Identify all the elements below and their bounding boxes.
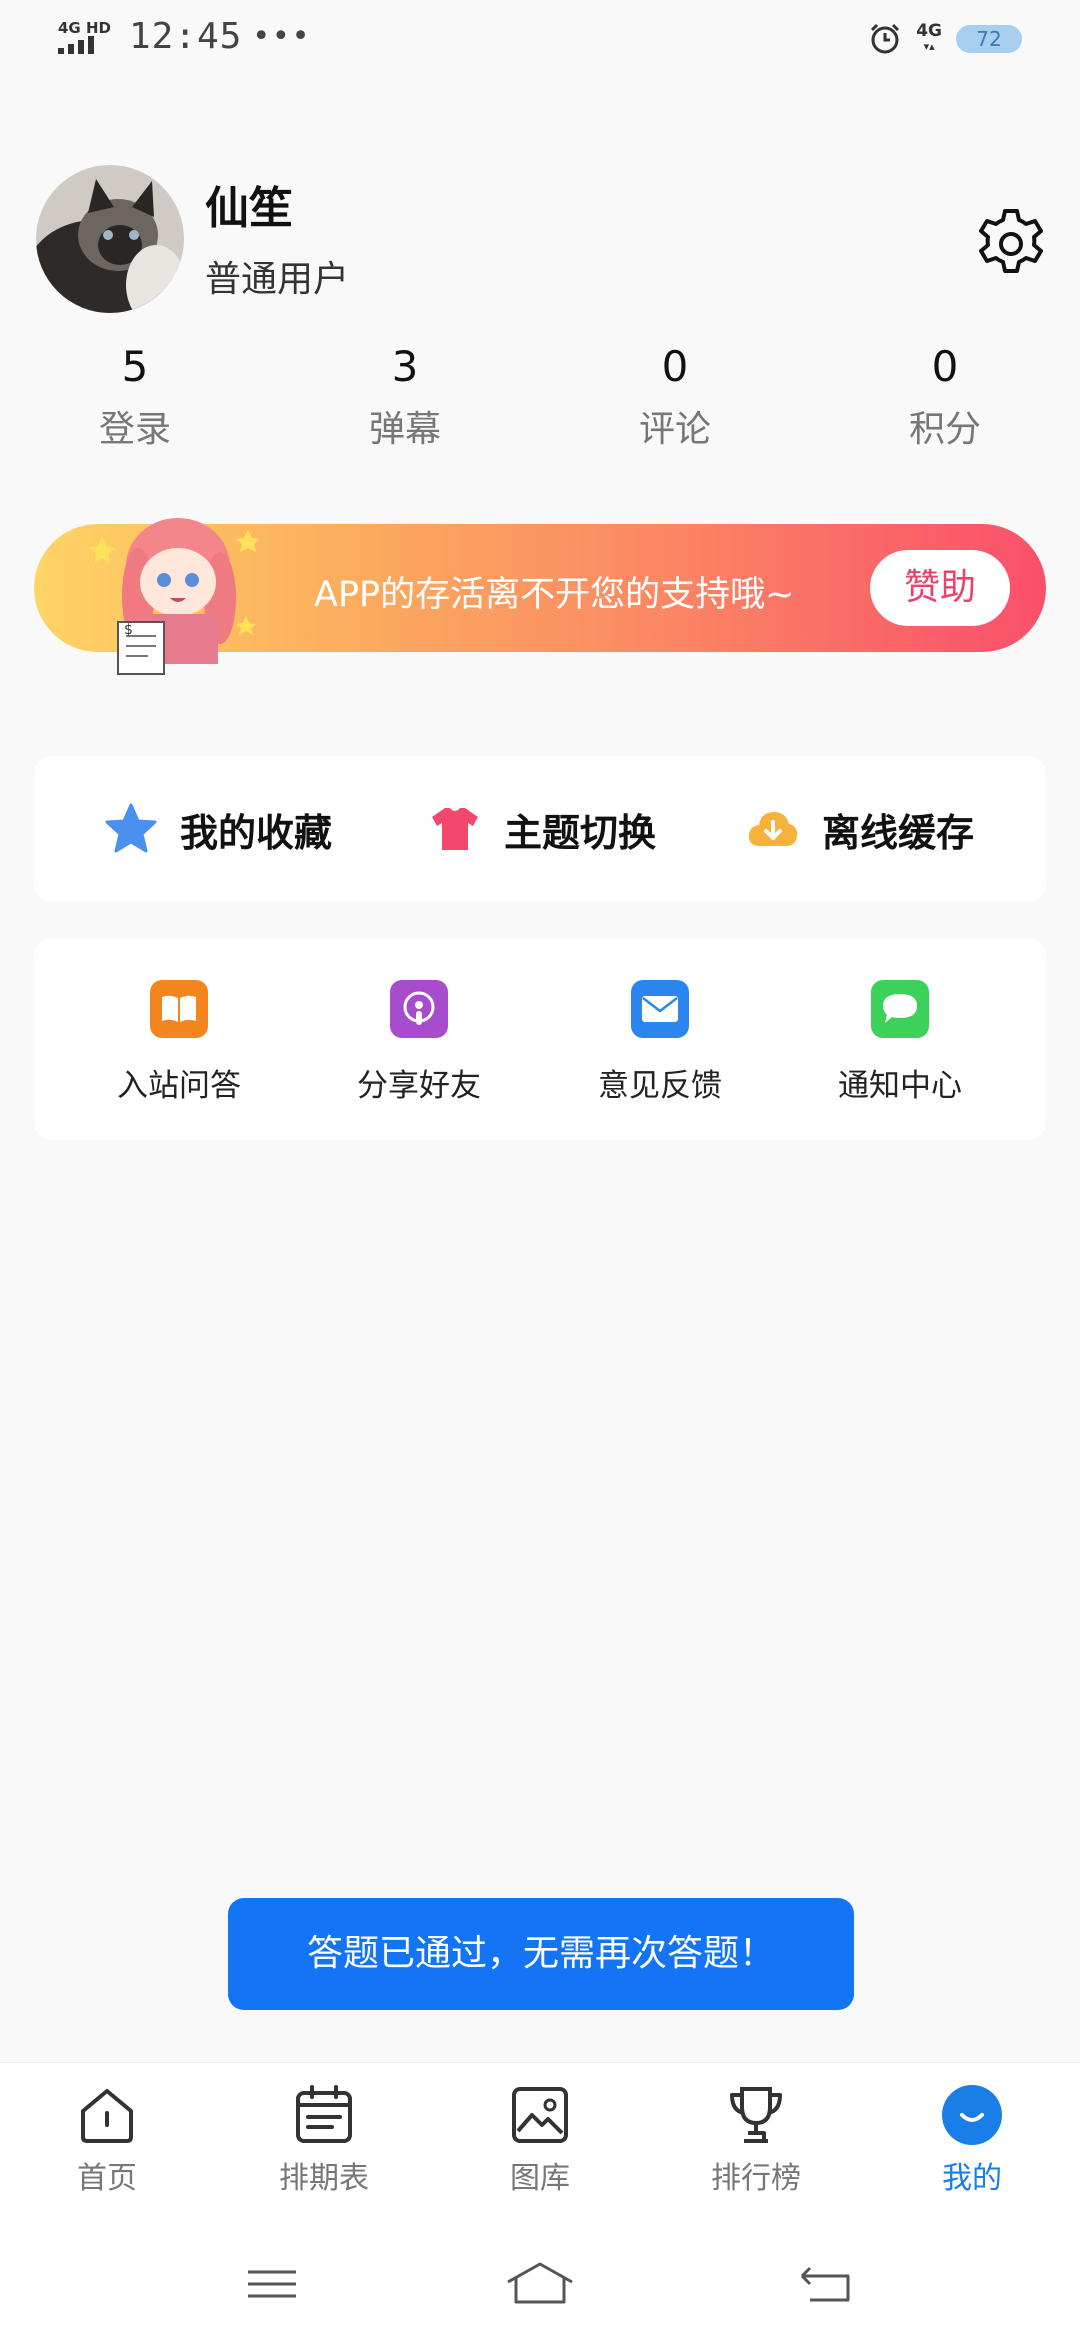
favorites-label: 我的收藏 [180,810,333,855]
star-icon [105,803,157,853]
tab-label: 首页 [77,2161,137,2196]
signal-icon: 4G HD [58,20,111,54]
network-label: 4G [916,21,942,41]
share-friends-button[interactable]: 分享好友 [319,980,519,1105]
settings-gear-icon[interactable] [972,205,1050,283]
back-icon[interactable] [794,2254,854,2314]
username: 仙笙 [205,183,293,234]
entry-quiz-button[interactable]: 入站问答 [79,980,279,1105]
trophy-icon [730,2087,782,2143]
tab-home[interactable]: 首页 [32,2083,182,2197]
svg-text:$: $ [124,622,133,638]
podcast-icon [390,980,448,1038]
stat-login[interactable]: 5 登录 [35,340,235,452]
status-time: 12:45 [128,16,243,57]
stat-value: 5 [121,342,149,391]
avatar[interactable] [36,165,184,313]
bottom-tab-bar: 首页 排期表 图库 排行榜 我的 [0,2062,1080,2232]
stat-danmaku[interactable]: 3 弹幕 [305,340,505,452]
tab-me[interactable]: 我的 [897,2083,1047,2197]
gallery-icon [512,2087,568,2143]
stat-label: 评论 [638,409,711,450]
tab-gallery[interactable]: 图库 [465,2083,615,2197]
share-friends-label: 分享好友 [357,1068,481,1104]
more-notifications-icon: ••• [252,19,312,54]
tab-label: 排期表 [279,2161,369,2196]
offline-cache-button[interactable]: 离线缓存 [746,756,974,902]
tab-label: 图库 [510,2161,570,2196]
theme-switch-label: 主题切换 [504,810,657,855]
system-navigation-bar [0,2232,1080,2340]
offline-cache-label: 离线缓存 [822,810,975,855]
home-icon [81,2089,133,2143]
profile-icon [942,2085,1002,2145]
shirt-icon [432,808,478,850]
calendar-icon [296,2085,352,2143]
signal-label: 4G HD [58,18,111,37]
quick-actions-card: 我的收藏 主题切换 离线缓存 [34,756,1046,902]
user-type: 普通用户 [205,259,350,300]
favorites-button[interactable]: 我的收藏 [104,756,332,902]
stat-label: 登录 [98,409,171,450]
stat-value: 0 [661,342,689,391]
tab-ranking[interactable]: 排行榜 [681,2083,831,2197]
mail-icon [631,980,689,1038]
feedback-label: 意见反馈 [598,1068,722,1104]
toast-message: 答题已通过，无需再次答题！ [228,1898,854,2010]
banner-text: APP的存活离不开您的支持哦~ [314,575,795,615]
alarm-icon [871,23,900,54]
message-icon [871,980,929,1038]
network-indicator: 4G ▾▴ [916,21,942,54]
stat-label: 弹幕 [368,409,441,450]
entry-quiz-label: 入站问答 [117,1068,241,1104]
sponsor-button[interactable]: 赞助 [870,550,1010,626]
stat-value: 3 [391,342,419,391]
theme-switch-button[interactable]: 主题切换 [428,756,656,902]
notification-center-label: 通知中心 [838,1068,962,1104]
book-icon [150,980,208,1038]
notification-center-button[interactable]: 通知中心 [800,980,1000,1105]
stat-label: 积分 [908,409,981,450]
anime-girl-illustration: $ [88,518,260,675]
stat-value: 0 [931,342,959,391]
services-card: 入站问答 分享好友 意见反馈 通知中心 [34,938,1046,1140]
battery-indicator: 72 [956,25,1022,53]
cloud-download-icon [748,812,798,846]
tab-schedule[interactable]: 排期表 [249,2083,399,2197]
tab-label: 我的 [942,2161,1002,2196]
cat-avatar-image [36,165,184,313]
tab-label: 排行榜 [711,2161,801,2196]
status-bar: 4G HD 12:45 ••• 4G ▾▴ 72 [0,0,1080,80]
stat-comments[interactable]: 0 评论 [575,340,775,452]
stat-points[interactable]: 0 积分 [845,340,1045,452]
menu-icon[interactable] [244,2254,300,2314]
home-nav-icon[interactable] [504,2254,576,2314]
feedback-button[interactable]: 意见反馈 [560,980,760,1105]
